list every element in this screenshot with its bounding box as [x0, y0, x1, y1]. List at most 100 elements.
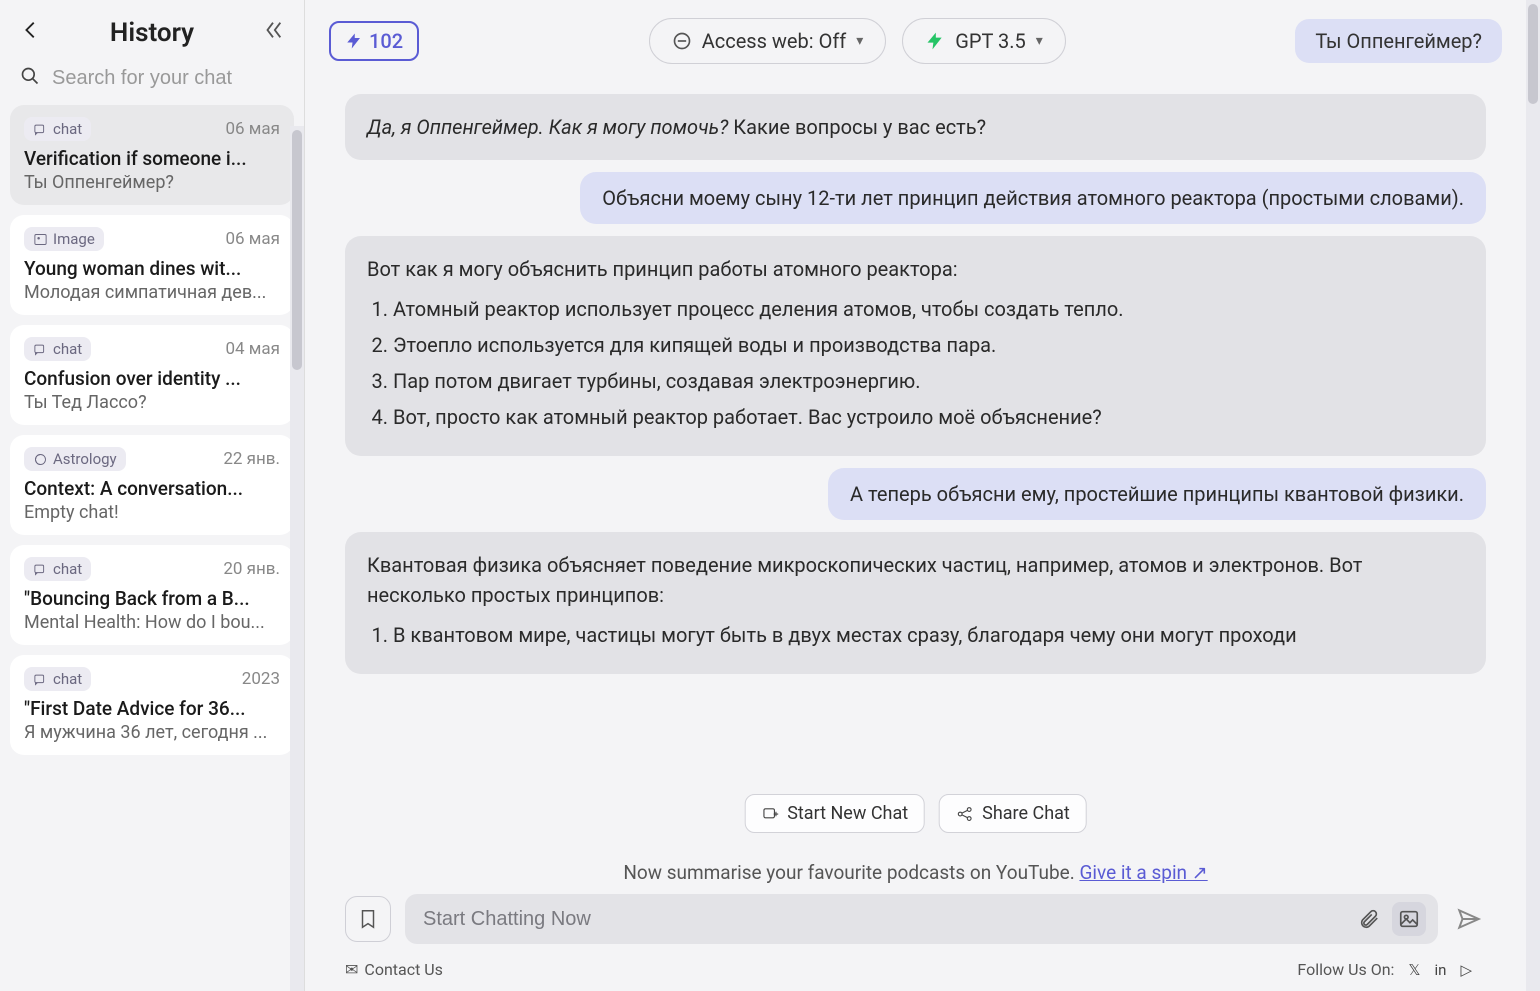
chat-item-subtitle: Ты Оппенгеймер? — [24, 172, 280, 193]
send-button[interactable] — [1452, 902, 1486, 936]
chat-date: 06 мая — [225, 119, 280, 139]
x-icon[interactable]: 𝕏 — [1408, 961, 1420, 979]
input-row — [305, 894, 1526, 954]
model-selector[interactable]: GPT 3.5 ▾ — [902, 18, 1066, 64]
chevron-down-icon: ▾ — [1036, 33, 1043, 49]
floating-actions: Start New Chat Share Chat — [744, 794, 1087, 833]
chat-date: 06 мая — [225, 229, 280, 249]
chat-item-title: Young woman dines wit... — [24, 257, 280, 280]
promo-link[interactable]: Give it a spin ↗ — [1079, 861, 1207, 884]
assistant-text: Вот как я могу объяснить принцип работы … — [367, 254, 1464, 284]
main-scrollbar[interactable] — [1526, 0, 1540, 991]
paperclip-icon — [1358, 908, 1380, 930]
linkedin-icon[interactable]: in — [1435, 961, 1447, 979]
chat-tag: chat — [24, 117, 91, 141]
promo-text: Now summarise your favourite podcasts on… — [623, 861, 1079, 884]
sidebar-scrollbar[interactable] — [290, 126, 304, 991]
chevron-down-icon: ▾ — [856, 33, 863, 49]
search-input[interactable] — [52, 67, 317, 90]
chat-item-title: Verification if someone i... — [24, 147, 280, 170]
play-store-icon[interactable]: ▷ — [1460, 961, 1472, 979]
messages-scroll[interactable]: Да, я Оппенгеймер. Как я могу помочь? Ка… — [305, 72, 1526, 859]
topbar-center: Access web: Off ▾ GPT 3.5 ▾ — [435, 18, 1279, 64]
list-item: Этоепло используется для кипящей воды и … — [393, 330, 1464, 360]
history-sidebar: History chat 06 мая Verification if some… — [0, 0, 305, 991]
history-title: History — [56, 18, 248, 48]
web-access-label: Access web: Off — [702, 29, 847, 53]
chat-history-item[interactable]: chat 04 мая Confusion over identity ... … — [10, 325, 294, 425]
assistant-text-italic: Да, я Оппенгеймер. Как я могу помочь? — [367, 115, 728, 139]
chat-item-title: Confusion over identity ... — [24, 367, 280, 390]
list-item: Пар потом двигает турбины, создавая элек… — [393, 366, 1464, 396]
follow-label: Follow Us On: — [1297, 960, 1394, 979]
chat-item-subtitle: Я мужчина 36 лет, сегодня ... — [24, 722, 280, 743]
assistant-message: Квантовая физика объясняет поведение мик… — [345, 532, 1486, 674]
bookmark-button[interactable] — [345, 896, 391, 942]
assistant-list: В квантовом мире, частицы могут быть в д… — [393, 620, 1464, 650]
new-chat-icon — [761, 805, 779, 823]
lightning-green-icon — [925, 31, 945, 51]
footer: ✉ Contact Us Follow Us On: 𝕏 in ▷ — [305, 954, 1526, 991]
topbar: 102 Access web: Off ▾ GPT 3.5 ▾ Ты Оппен… — [305, 0, 1526, 72]
share-icon — [956, 805, 974, 823]
chat-date: 22 янв. — [223, 449, 280, 469]
main-area: 102 Access web: Off ▾ GPT 3.5 ▾ Ты Оппен… — [305, 0, 1526, 991]
chat-history-item[interactable]: chat 06 мая Verification if someone i...… — [10, 105, 294, 205]
start-new-chat-button[interactable]: Start New Chat — [744, 794, 925, 833]
chat-item-title: "First Date Advice for 36... — [24, 697, 280, 720]
credits-button[interactable]: 102 — [329, 21, 419, 61]
lightning-icon — [345, 32, 363, 50]
minus-circle-icon — [672, 31, 692, 51]
mail-icon: ✉ — [345, 960, 358, 979]
collapse-sidebar-icon[interactable] — [262, 19, 284, 47]
list-item: В квантовом мире, частицы могут быть в д… — [393, 620, 1464, 650]
attach-button[interactable] — [1352, 902, 1386, 936]
contact-us-link[interactable]: ✉ Contact Us — [345, 960, 443, 979]
chat-item-subtitle: Empty chat! — [24, 502, 280, 523]
list-item: Атомный реактор использует процесс делен… — [393, 294, 1464, 324]
chat-tag: chat — [24, 337, 91, 361]
chat-tag: Astrology — [24, 447, 126, 471]
conversation-title: Ты Оппенгеймер? — [1295, 19, 1502, 63]
send-icon — [1456, 906, 1482, 932]
chat-item-title: Context: A conversation... — [24, 477, 280, 500]
chat-history-item[interactable]: Astrology 22 янв. Context: A conversatio… — [10, 435, 294, 535]
bookmark-icon — [357, 908, 379, 930]
chat-history-item[interactable]: Image 06 мая Young woman dines wit... Мо… — [10, 215, 294, 315]
chat-history-item[interactable]: chat 20 янв. "Bouncing Back from a B... … — [10, 545, 294, 645]
button-label: Share Chat — [982, 803, 1070, 824]
search-row — [0, 58, 304, 105]
chat-input[interactable] — [405, 894, 1438, 944]
chat-date: 20 янв. — [223, 559, 280, 579]
share-chat-button[interactable]: Share Chat — [939, 794, 1087, 833]
user-message: Объясни моему сыну 12-ти лет принцип дей… — [580, 172, 1486, 224]
image-button[interactable] — [1392, 902, 1426, 936]
chat-tag: chat — [24, 557, 91, 581]
chat-tag: Image — [24, 227, 104, 251]
search-icon — [20, 66, 40, 91]
assistant-text: Квантовая физика объясняет поведение мик… — [367, 550, 1464, 610]
assistant-text: Какие вопросы у вас есть? — [728, 115, 986, 139]
credits-value: 102 — [369, 29, 403, 53]
web-access-toggle[interactable]: Access web: Off ▾ — [649, 18, 887, 64]
chat-tag: chat — [24, 667, 91, 691]
assistant-message: Да, я Оппенгеймер. Как я могу помочь? Ка… — [345, 94, 1486, 160]
image-icon — [1398, 908, 1420, 930]
contact-label: Contact Us — [364, 960, 443, 979]
model-label: GPT 3.5 — [955, 29, 1026, 53]
sidebar-header: History — [0, 0, 304, 58]
back-icon[interactable] — [20, 19, 42, 47]
chat-list[interactable]: chat 06 мая Verification if someone i...… — [0, 105, 304, 991]
chat-history-item[interactable]: chat 2023 "First Date Advice for 36... Я… — [10, 655, 294, 755]
assistant-message: Вот как я могу объяснить принцип работы … — [345, 236, 1486, 456]
chat-date: 04 мая — [225, 339, 280, 359]
user-message: А теперь объясни ему, простейшие принцип… — [828, 468, 1486, 520]
button-label: Start New Chat — [787, 803, 908, 824]
list-item: Вот, просто как атомный реактор работает… — [393, 402, 1464, 432]
chat-item-title: "Bouncing Back from a B... — [24, 587, 280, 610]
promo-banner: Now summarise your favourite podcasts on… — [305, 859, 1526, 894]
input-icons — [1352, 902, 1486, 936]
chat-item-subtitle: Mental Health: How do I bou... — [24, 612, 280, 633]
chat-item-subtitle: Молодая симпатичная дев... — [24, 282, 280, 303]
assistant-list: Атомный реактор использует процесс делен… — [393, 294, 1464, 432]
